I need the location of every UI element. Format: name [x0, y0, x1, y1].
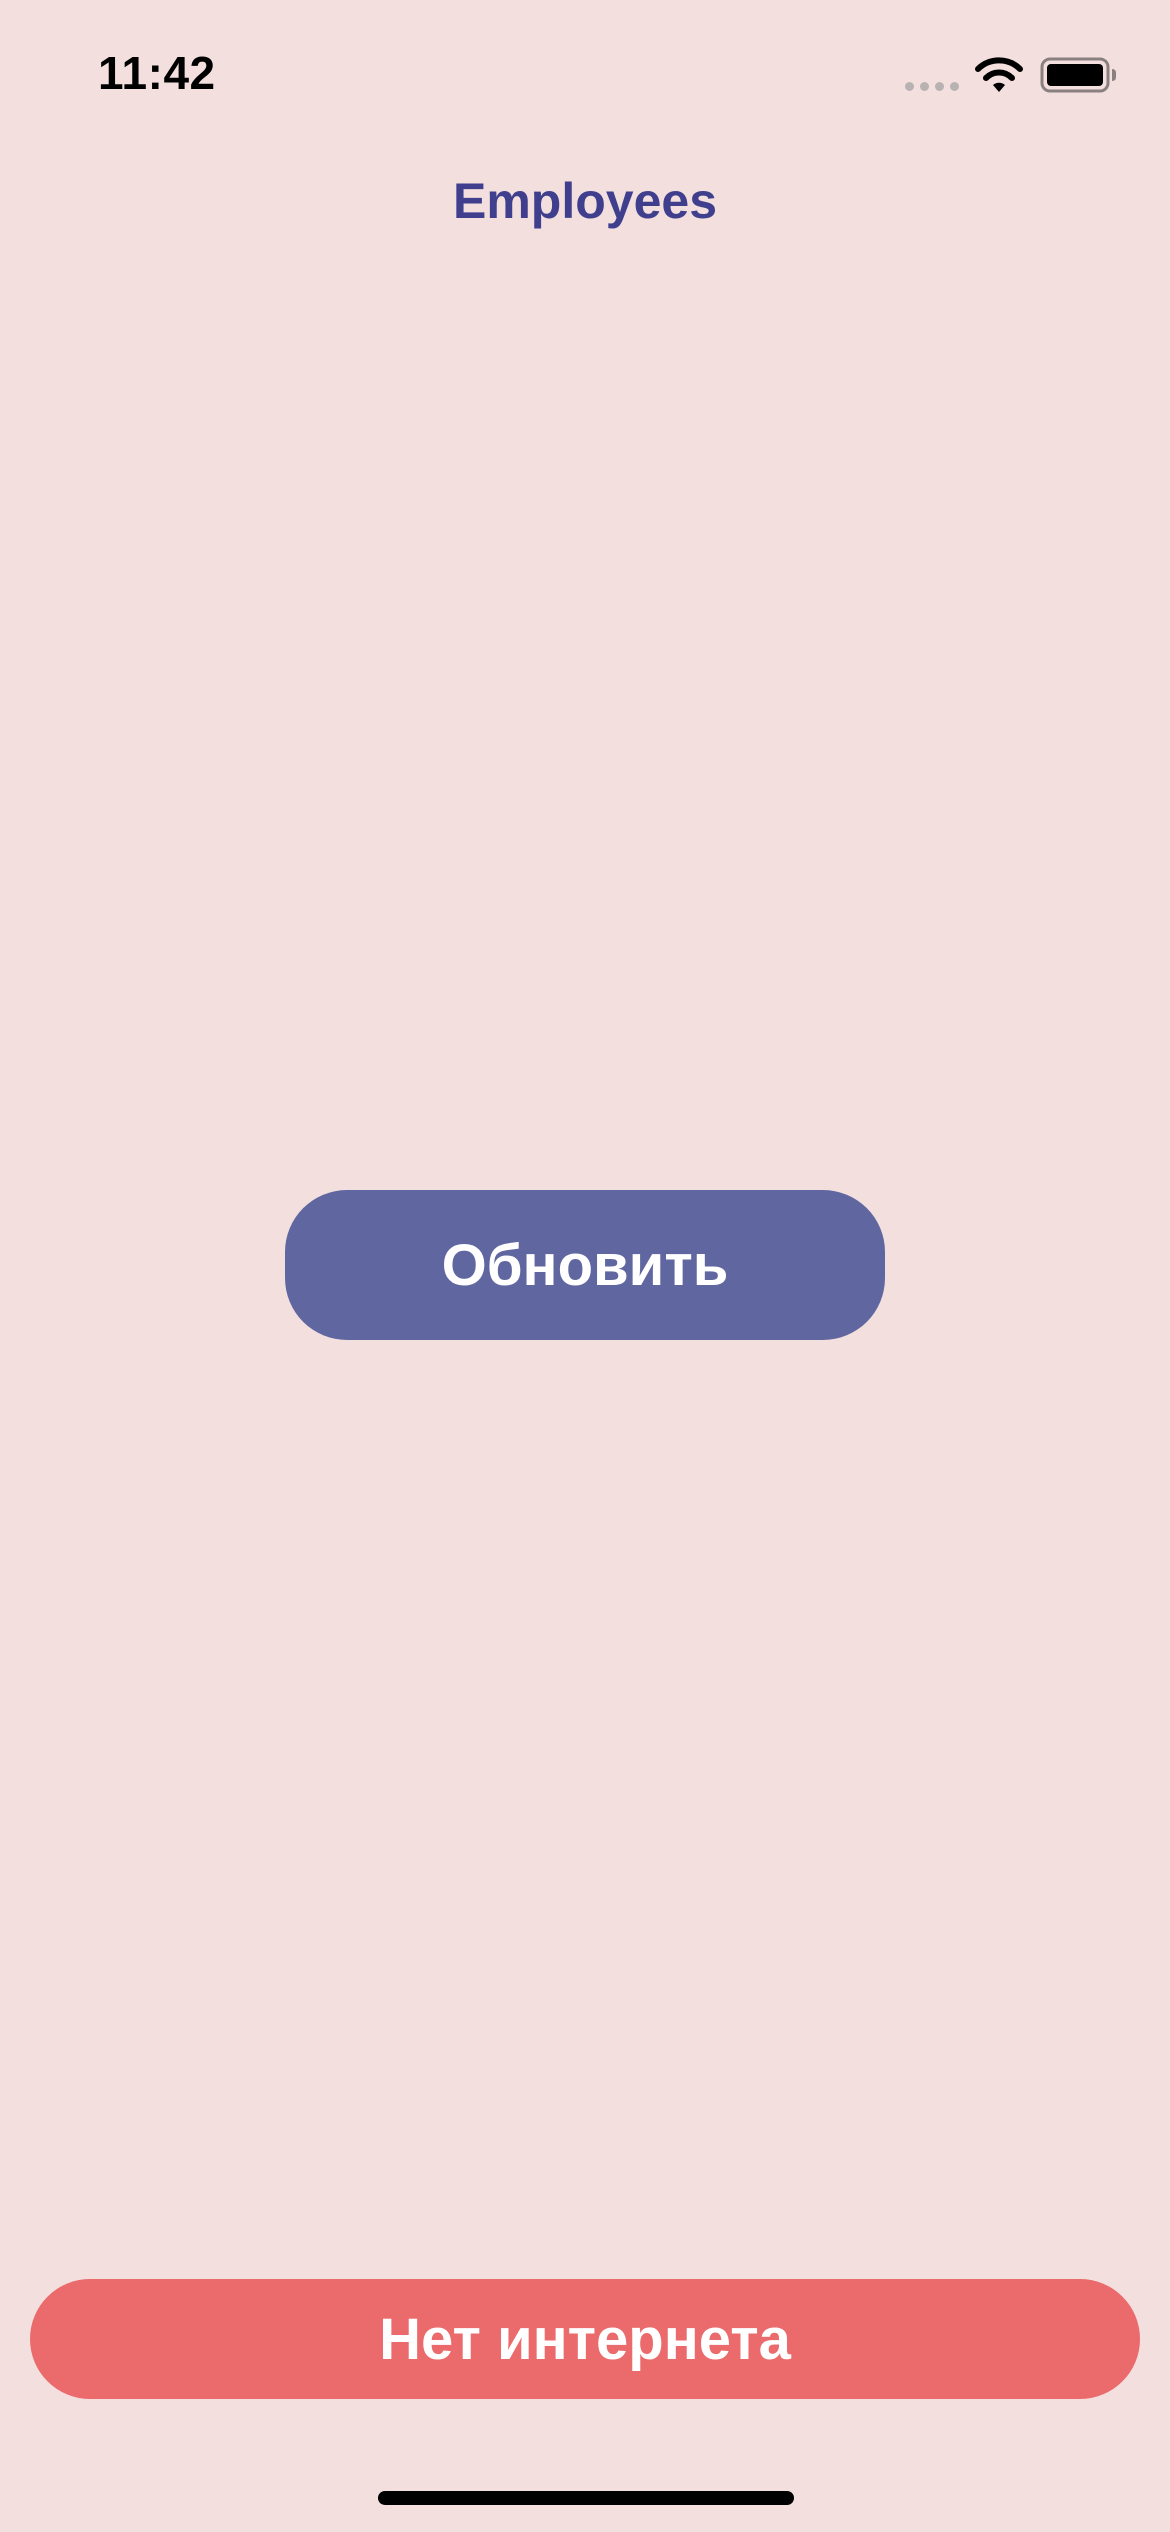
- status-bar: 11:42: [0, 0, 1170, 140]
- no-internet-banner: Нет интернета: [30, 2279, 1140, 2399]
- wifi-icon: [975, 57, 1023, 92]
- battery-icon: [1040, 57, 1116, 93]
- cellular-signal-icon: [905, 80, 961, 92]
- refresh-button[interactable]: Обновить: [285, 1190, 885, 1340]
- home-indicator[interactable]: [378, 2491, 794, 2505]
- page-title: Employees: [452, 173, 717, 229]
- status-time: 11:42: [98, 47, 216, 99]
